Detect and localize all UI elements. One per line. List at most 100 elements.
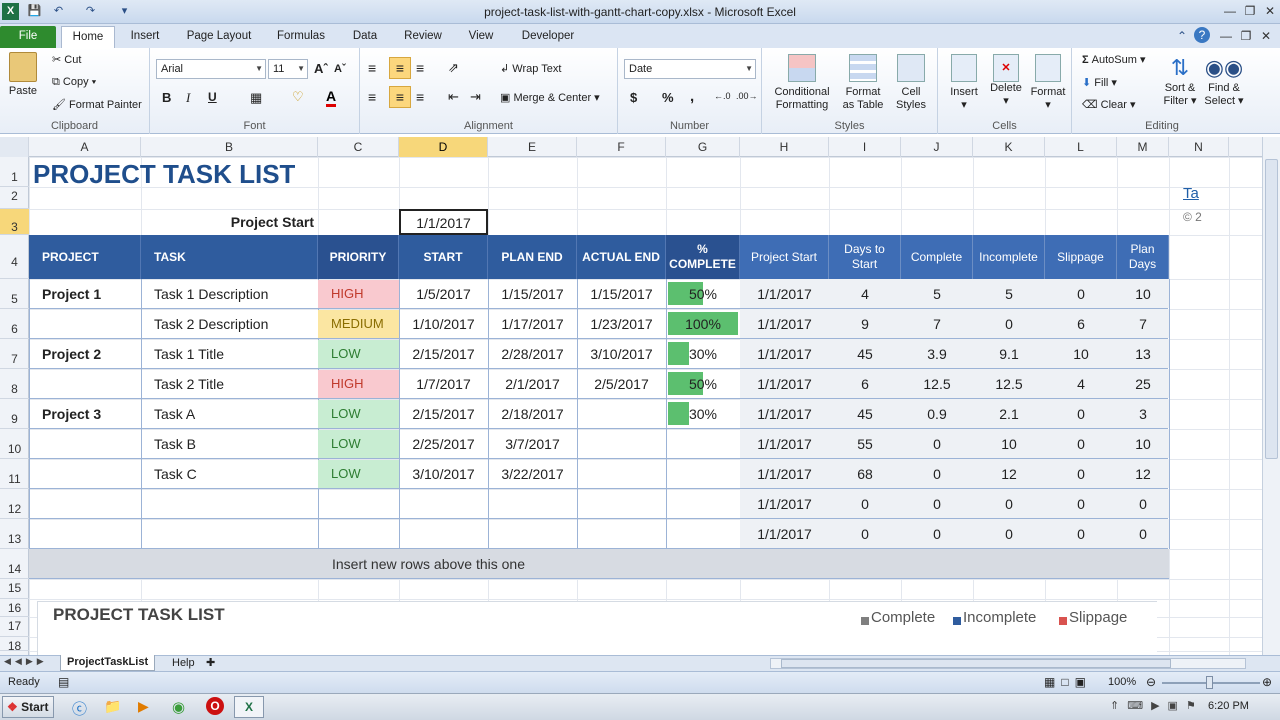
clear-button[interactable]: ⌫ Clear ▾	[1082, 98, 1136, 111]
minimize-icon[interactable]: —	[1220, 2, 1240, 20]
grid-cell[interactable]: 1/1/2017	[740, 459, 829, 489]
view-buttons-icon[interactable]: ▦□▣	[1044, 675, 1092, 689]
column-header-e[interactable]: E	[488, 137, 577, 157]
grid-cell[interactable]: 3/22/2017	[488, 459, 577, 489]
decrease-indent-icon[interactable]: ⇤	[448, 89, 459, 105]
grid-cell[interactable]: 12	[1117, 459, 1169, 489]
sheet-nav-arrows-icon[interactable]: ◀◀▶▶	[4, 656, 48, 667]
percent-button[interactable]: %	[662, 90, 674, 105]
percent-complete-cell[interactable]: 30%	[666, 339, 740, 369]
percent-complete-cell[interactable]	[666, 429, 740, 459]
font-name-combo[interactable]: Arial ▼	[156, 59, 266, 79]
dropdown-arrow-icon[interactable]: ▼	[745, 60, 753, 78]
grid-cell[interactable]: 3.9	[901, 339, 973, 369]
grid-cell[interactable]: 0.9	[901, 399, 973, 429]
grid-cell[interactable]	[577, 519, 666, 549]
increase-indent-icon[interactable]: ⇥	[470, 89, 481, 105]
tab-home[interactable]: Home	[61, 26, 115, 48]
grid-cell[interactable]: 25	[1117, 369, 1169, 399]
grid-cell[interactable]: 2/15/2017	[399, 339, 488, 369]
conditional-formatting-button[interactable]: Conditional Formatting	[768, 54, 836, 112]
row-header-12[interactable]: 12	[0, 489, 29, 519]
align-top-icon[interactable]: ≡	[368, 60, 376, 76]
zoom-level[interactable]: 100%	[1108, 676, 1136, 688]
grid-cell[interactable]	[399, 489, 488, 519]
grid-cell[interactable]: 9.1	[973, 339, 1045, 369]
fill-color-icon[interactable]: ♡	[292, 89, 304, 105]
insert-cells-button[interactable]: Insert ▾	[944, 54, 984, 112]
grid-cell[interactable]: 1/1/2017	[740, 519, 829, 549]
grid-cell[interactable]: 0	[901, 429, 973, 459]
grid-cell[interactable]	[577, 399, 666, 429]
side-link-text[interactable]: Ta	[1183, 183, 1199, 205]
row-header-11[interactable]: 11	[0, 459, 29, 489]
row-header-5[interactable]: 5	[0, 279, 29, 309]
percent-complete-cell[interactable]	[666, 489, 740, 519]
grid-cell[interactable]: 2.1	[973, 399, 1045, 429]
grid-cell[interactable]: 1/10/2017	[399, 309, 488, 339]
column-header-h[interactable]: H	[740, 137, 829, 157]
tab-insert[interactable]: Insert	[120, 26, 170, 48]
percent-complete-cell[interactable]: 100%	[666, 309, 740, 339]
grid-cell[interactable]: 6	[829, 369, 901, 399]
grid-cell[interactable]: 6	[1045, 309, 1117, 339]
grid-cell[interactable]: 2/1/2017	[488, 369, 577, 399]
percent-complete-cell[interactable]: 50%	[666, 279, 740, 309]
row-header-16[interactable]: 16	[0, 599, 29, 617]
column-header-b[interactable]: B	[141, 137, 318, 157]
paste-button[interactable]: Paste	[6, 52, 40, 97]
tab-page-layout[interactable]: Page Layout	[180, 26, 258, 48]
grid-cell[interactable]	[577, 429, 666, 459]
align-center-icon[interactable]: ≡	[389, 86, 411, 108]
cell-styles-button[interactable]: Cell Styles	[890, 54, 932, 112]
opera-icon[interactable]: O	[206, 697, 224, 715]
task-cell[interactable]: Task A	[141, 399, 318, 429]
start-button[interactable]: ❖ Start	[2, 696, 54, 718]
grid-cell[interactable]: 1/1/2017	[740, 369, 829, 399]
underline-button[interactable]: U	[208, 90, 217, 104]
task-cell[interactable]	[141, 489, 318, 519]
task-cell[interactable]: Task 2 Title	[141, 369, 318, 399]
restore-icon[interactable]: ❐	[1240, 2, 1260, 20]
grid-cell[interactable]: 12.5	[973, 369, 1045, 399]
grid-cell[interactable]: 0	[1045, 489, 1117, 519]
tray-icons[interactable]: ⇑⌨▶▣⚑	[1110, 699, 1204, 712]
tab-formulas[interactable]: Formulas	[270, 26, 332, 48]
percent-complete-cell[interactable]	[666, 459, 740, 489]
tab-file[interactable]: File	[0, 26, 56, 48]
grid-cell[interactable]: 0	[1117, 489, 1169, 519]
workbook-minimize-icon[interactable]: —	[1216, 27, 1236, 45]
grid-cell[interactable]: 13	[1117, 339, 1169, 369]
grid-cell[interactable]: 3/7/2017	[488, 429, 577, 459]
grid-cell[interactable]: 0	[973, 309, 1045, 339]
grid-cell[interactable]: 10	[973, 429, 1045, 459]
grid-cell[interactable]	[488, 519, 577, 549]
grid-cell[interactable]: 1/1/2017	[740, 339, 829, 369]
ribbon-minimize-icon[interactable]: ⌃	[1172, 27, 1192, 45]
align-bottom-icon[interactable]: ≡	[416, 60, 424, 76]
grid-cell[interactable]: 1/1/2017	[740, 489, 829, 519]
autosum-button[interactable]: Σ AutoSum ▾	[1082, 53, 1146, 66]
grid-cell[interactable]: 5	[901, 279, 973, 309]
grid-cell[interactable]: 45	[829, 399, 901, 429]
sheet-tab-projecttasklist[interactable]: ProjectTaskList	[60, 655, 156, 671]
column-header-i[interactable]: I	[829, 137, 901, 157]
tab-view[interactable]: View	[458, 26, 504, 48]
grid-cell[interactable]: 0	[1045, 399, 1117, 429]
borders-icon[interactable]: ▦	[250, 90, 262, 106]
project-cell[interactable]	[29, 369, 141, 399]
row-header-2[interactable]: 2	[0, 187, 29, 209]
grid-cell[interactable]: 3/10/2017	[399, 459, 488, 489]
task-cell[interactable]	[141, 519, 318, 549]
column-header-m[interactable]: M	[1117, 137, 1169, 157]
row-header-15[interactable]: 15	[0, 579, 29, 599]
column-header-n[interactable]: N	[1169, 137, 1229, 157]
grid-cell[interactable]: 10	[1117, 279, 1169, 309]
grid-cell[interactable]: 4	[1045, 369, 1117, 399]
sheet-tab-help[interactable]: Help	[166, 656, 201, 671]
grid-cell[interactable]: 2/25/2017	[399, 429, 488, 459]
zoom-in-icon[interactable]: ⊕	[1262, 675, 1272, 689]
fill-button[interactable]: ⬇ Fill ▾	[1082, 76, 1117, 89]
align-right-icon[interactable]: ≡	[416, 89, 424, 105]
priority-cell[interactable]: LOW	[318, 430, 399, 458]
